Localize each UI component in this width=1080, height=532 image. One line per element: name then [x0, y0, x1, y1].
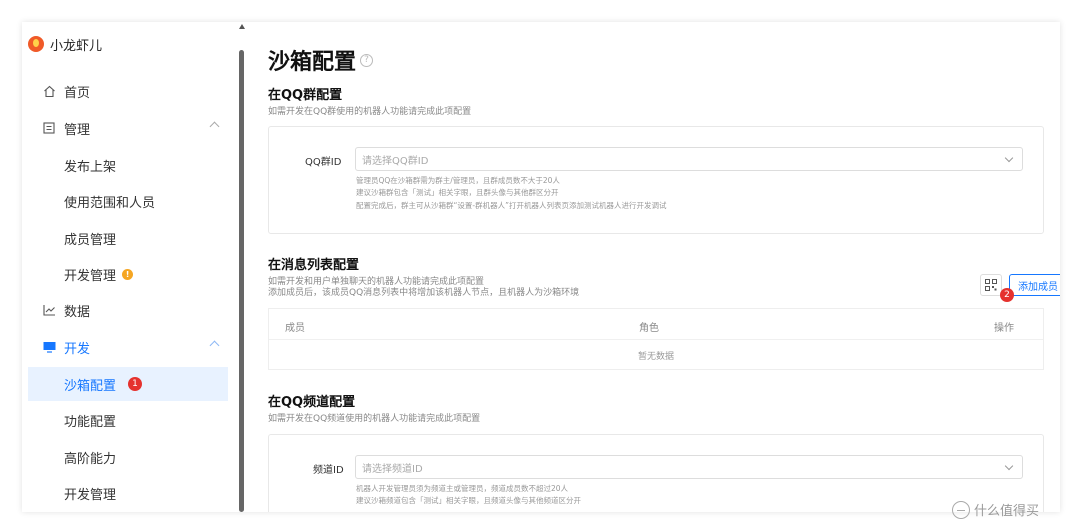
group-id-placeholder: 请选择QQ群ID	[362, 155, 429, 167]
column-header-action: 操作	[994, 323, 1014, 334]
watermark: 什么值得买	[952, 500, 1039, 519]
sidebar-item-label: 成员管理	[64, 232, 117, 248]
sidebar-item-sandbox[interactable]: 沙箱配置 1	[28, 367, 228, 401]
chevron-up-icon	[209, 121, 220, 132]
page-title-text: 沙箱配置	[268, 50, 357, 75]
sidebar-item-label: 数据	[64, 304, 91, 320]
sidebar-item-label: 开发管理	[64, 268, 117, 284]
group-id-label: QQ群ID	[305, 157, 342, 168]
section-title-channel: 在QQ频道配置	[268, 395, 356, 410]
sidebar-item-label: 首页	[64, 85, 91, 101]
chevron-down-icon	[1004, 153, 1014, 163]
sidebar-item-label: 发布上架	[64, 159, 117, 175]
sidebar: 小龙虾儿 首页 管理 发布上架 使用范围和人员 成员管理 开发管理 ! 数据 开…	[22, 22, 238, 512]
sidebar-item-label: 开发管理	[64, 487, 117, 503]
channel-hint-1: 机器人开发管理员须为频道主或管理员，频道成员数不超过20人	[356, 484, 569, 493]
document-icon	[42, 121, 56, 135]
section-title-message: 在消息列表配置	[268, 258, 360, 273]
qr-code-icon	[985, 279, 997, 291]
crayfish-logo-icon	[28, 36, 44, 52]
sidebar-item-advanced[interactable]: 高阶能力	[28, 440, 228, 474]
monitor-icon	[42, 340, 56, 354]
sidebar-item-label: 高阶能力	[64, 451, 117, 467]
column-header-role: 角色	[639, 323, 659, 334]
empty-state: 暂无数据	[637, 352, 674, 362]
group-hint-3: 配置完成后，群主可从沙箱群“设置-群机器人”打开机器人列表页添加测试机器人进行开…	[356, 201, 667, 210]
sidebar-item-feature-config[interactable]: 功能配置	[28, 403, 228, 437]
group-id-select[interactable]: 请选择QQ群ID	[355, 147, 1023, 171]
section-desc-group: 如需开发在QQ群使用的机器人功能请完成此项配置	[268, 107, 472, 117]
chevron-down-icon	[1004, 461, 1014, 471]
sidebar-item-dev-manage[interactable]: 开发管理 !	[28, 257, 228, 291]
sidebar-item-manage[interactable]: 管理	[22, 111, 228, 145]
channel-hint-2: 建议沙箱频道包含「测试」相关字眼，且频道头像与其他频道区分开	[356, 496, 581, 505]
sidebar-item-dev-manage-2[interactable]: 开发管理	[28, 476, 228, 510]
sidebar-item-data[interactable]: 数据	[22, 293, 228, 327]
step-badge: 1	[128, 377, 143, 391]
column-header-member: 成员	[285, 323, 305, 334]
section-desc-channel: 如需开发在QQ频道使用的机器人功能请完成此项配置	[268, 414, 481, 424]
sidebar-item-label: 管理	[64, 122, 91, 138]
section-desc-message-2: 添加成员后，该成员QQ消息列表中将增加该机器人节点，且机器人为沙箱环境	[268, 288, 580, 298]
table-divider	[269, 339, 1043, 340]
section-title-group: 在QQ群配置	[268, 88, 343, 103]
chart-icon	[42, 303, 56, 317]
sidebar-item-home[interactable]: 首页	[22, 74, 228, 108]
watermark-text: 什么值得买	[974, 504, 1040, 519]
sidebar-item-scope[interactable]: 使用范围和人员	[28, 184, 228, 218]
brand-name: 小龙虾儿	[50, 38, 103, 54]
channel-id-label: 频道ID	[313, 465, 344, 476]
channel-id-select[interactable]: 请选择频道ID	[355, 455, 1023, 479]
app-window: 小龙虾儿 首页 管理 发布上架 使用范围和人员 成员管理 开发管理 ! 数据 开…	[22, 22, 1060, 512]
page-title: 沙箱配置 ?	[268, 44, 374, 76]
channel-config-card: 频道ID 请选择频道ID 机器人开发管理员须为频道主或管理员，频道成员数不超过2…	[268, 434, 1044, 512]
scroll-up-arrow-icon[interactable]	[239, 24, 245, 29]
sidebar-item-label: 沙箱配置	[64, 378, 117, 394]
warning-badge: !	[122, 268, 134, 280]
group-config-card: QQ群ID 请选择QQ群ID 管理员QQ在沙箱群需为群主/管理员，且群成员数不大…	[268, 126, 1044, 234]
sidebar-item-publish[interactable]: 发布上架	[28, 148, 228, 182]
home-icon	[42, 84, 56, 98]
sidebar-item-label: 功能配置	[64, 414, 117, 430]
chevron-up-icon	[209, 340, 220, 351]
brand[interactable]: 小龙虾儿	[28, 34, 102, 54]
main-content: 沙箱配置 ? 在QQ群配置 如需开发在QQ群使用的机器人功能请完成此项配置 QQ…	[268, 22, 1060, 512]
sidebar-item-members[interactable]: 成员管理	[28, 221, 228, 255]
step-badge: 2	[1000, 288, 1014, 302]
sidebar-item-develop[interactable]: 开发	[22, 330, 228, 364]
sidebar-scrollbar[interactable]	[238, 22, 246, 512]
add-member-button[interactable]: 添加成员	[1009, 274, 1060, 296]
group-hint-1: 管理员QQ在沙箱群需为群主/管理员，且群成员数不大于20人	[356, 176, 560, 185]
sidebar-item-label: 使用范围和人员	[64, 195, 156, 211]
qr-code-button[interactable]	[980, 274, 1002, 296]
smzdm-logo-icon	[952, 500, 970, 519]
sidebar-item-label: 开发	[64, 341, 91, 357]
channel-id-placeholder: 请选择频道ID	[362, 463, 423, 475]
help-icon[interactable]: ?	[360, 53, 374, 67]
group-hint-2: 建议沙箱群包含「测试」相关字眼，且群头像与其他群区分开	[356, 188, 559, 197]
scroll-thumb[interactable]	[239, 50, 244, 512]
member-table: 成员 角色 操作 暂无数据	[268, 308, 1044, 370]
